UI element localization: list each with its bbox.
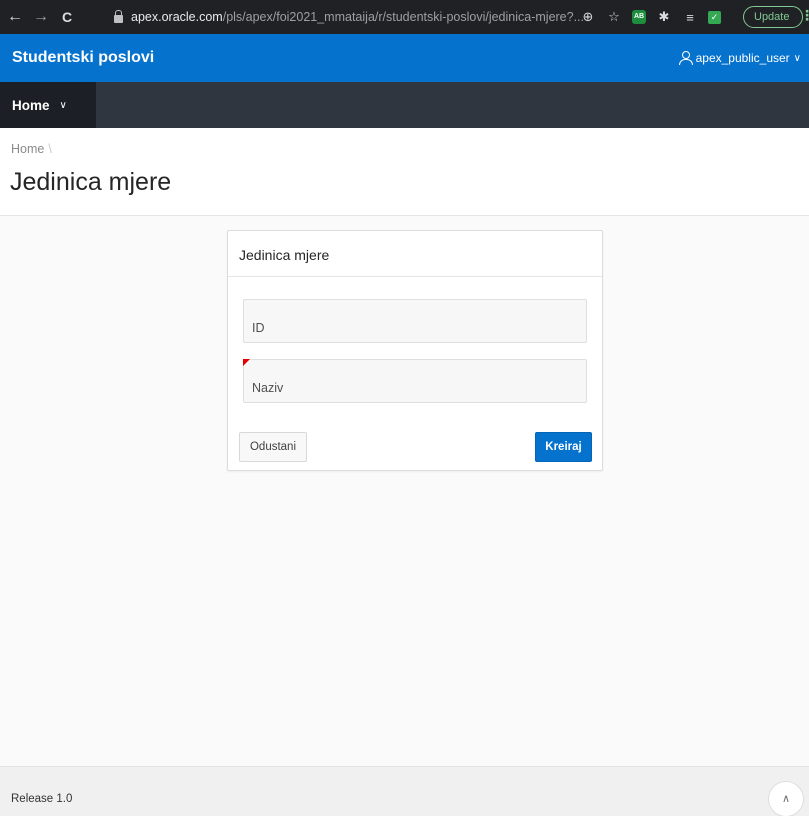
create-button[interactable]: Kreiraj [535,432,592,462]
lock-icon [114,10,123,23]
nav-bar: Home ∨ [0,82,809,128]
id-input[interactable] [244,300,586,342]
forward-arrow-icon[interactable]: → [30,0,52,34]
zoom-icon[interactable]: ⊕ [580,9,596,25]
browser-toolbar: ← → C apex.oracle.com /pls/apex/foi2021_… [0,0,809,34]
app-title[interactable]: Studentski poslovi [12,49,154,67]
back-arrow-icon[interactable]: ← [4,0,26,34]
bookmark-star-icon[interactable]: ☆ [606,9,622,25]
user-menu[interactable]: apex_public_user ∨ [678,51,801,65]
nav-item-home[interactable]: Home ∨ [0,82,96,128]
extensions-puzzle-icon[interactable]: ✱ [656,9,672,25]
title-region: Home \ Jedinica mjere [0,128,809,216]
url-path: /pls/apex/foi2021_mmataija/r/studentski-… [222,10,585,24]
page-title: Jedinica mjere [10,168,172,196]
page-footer: Release 1.0 ∧ [0,766,809,816]
extension-toolbar: ⊕ ☆ AB ✱ ≡ ✓ [580,0,721,34]
nav-item-home-label: Home [12,97,50,113]
check-extension-icon[interactable]: ✓ [708,10,721,24]
adblock-extension-icon[interactable]: AB [632,10,646,24]
update-button[interactable]: Update [743,6,803,28]
id-field [243,299,587,343]
app-header: Studentski poslovi apex_public_user ∨ [0,34,809,82]
reload-icon[interactable]: C [56,0,78,34]
breadcrumb-separator: \ [48,142,52,156]
user-icon [678,51,693,65]
breadcrumb: Home \ [11,142,52,156]
required-indicator-icon [243,359,250,366]
naziv-input[interactable] [244,360,586,402]
reading-list-icon[interactable]: ≡ [682,10,698,25]
chevron-down-icon: ∨ [59,99,67,111]
naziv-field [243,359,587,403]
scroll-to-top-button[interactable]: ∧ [768,781,804,816]
form-card: Jedinica mjere Odustani Kreiraj [227,230,603,471]
address-bar[interactable]: apex.oracle.com /pls/apex/foi2021_mmatai… [104,4,634,30]
breadcrumb-home-link[interactable]: Home [11,142,44,156]
release-label: Release 1.0 [11,793,73,805]
card-title: Jedinica mjere [228,231,602,277]
browser-menu-icon[interactable]: ⋮ [800,7,809,24]
user-name: apex_public_user [695,51,790,65]
chevron-down-icon: ∨ [793,52,801,64]
url-domain: apex.oracle.com [131,10,223,24]
cancel-button[interactable]: Odustani [239,432,307,462]
